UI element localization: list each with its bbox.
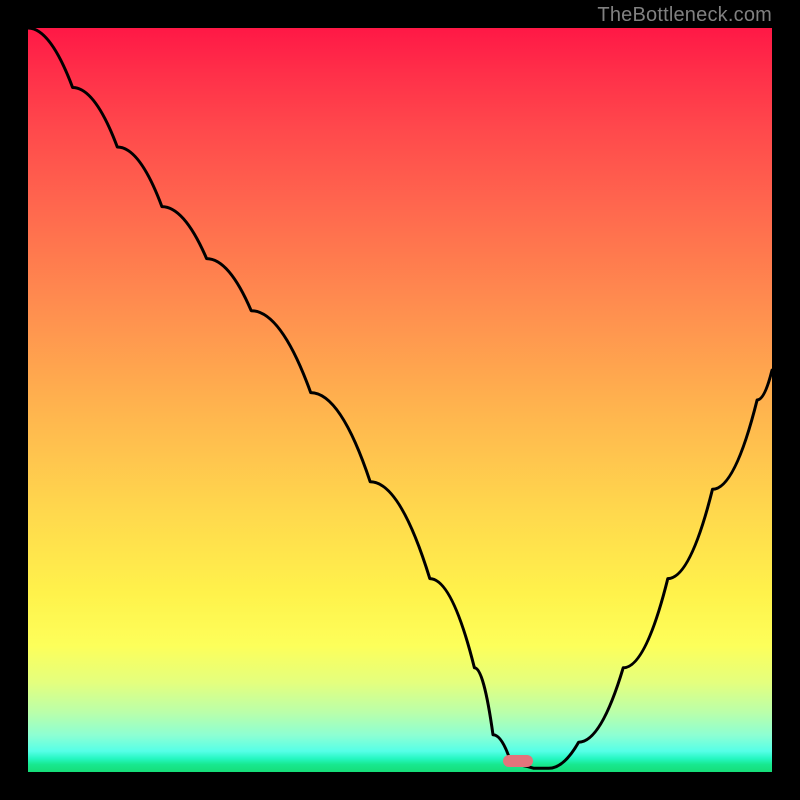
optimal-marker [503, 755, 533, 767]
chart-stage: TheBottleneck.com [0, 0, 800, 800]
watermark-text: TheBottleneck.com [597, 4, 772, 27]
bottleneck-curve [28, 28, 772, 772]
plot-area [28, 28, 772, 772]
curve-path [28, 28, 772, 768]
